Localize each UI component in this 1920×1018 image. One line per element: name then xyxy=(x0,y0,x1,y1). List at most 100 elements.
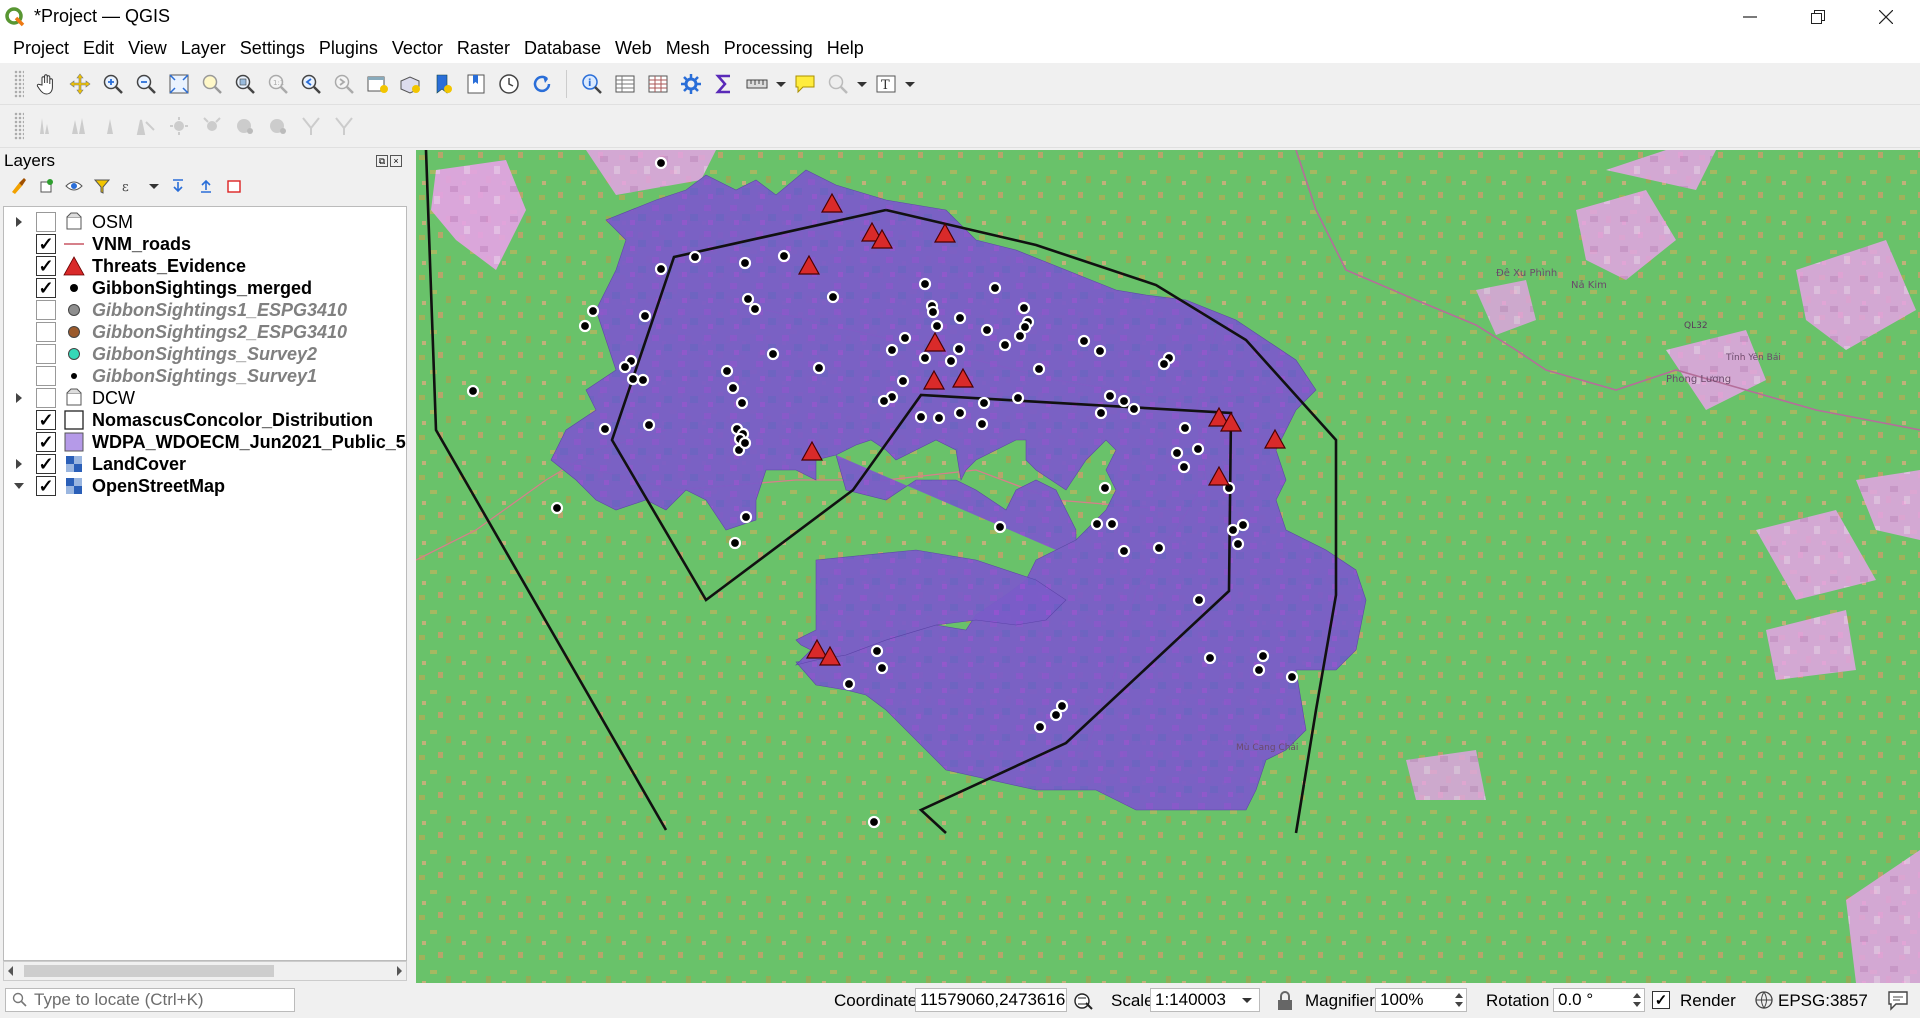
map-canvas[interactable]: Đê Xu Phình Nả Kim QL32 Phong Lương Tỉnh… xyxy=(416,150,1920,983)
toolbar-handle[interactable] xyxy=(14,112,24,140)
digitize-tool-3[interactable] xyxy=(98,111,128,141)
field-calculator-button[interactable] xyxy=(643,69,673,99)
zoom-last-button[interactable] xyxy=(296,69,326,99)
expand-all-button[interactable] xyxy=(168,176,188,196)
filter-legend-button[interactable] xyxy=(92,176,112,196)
layer-row[interactable]: ✓ GibbonSightings_merged xyxy=(4,277,312,299)
zoom-next-button[interactable] xyxy=(329,69,359,99)
new-3d-map-view-button[interactable] xyxy=(395,69,425,99)
statistical-summary-button[interactable] xyxy=(709,69,739,99)
locator-search-input[interactable]: Type to locate (Ctrl+K) xyxy=(5,988,295,1012)
menu-web[interactable]: Web xyxy=(608,38,659,59)
remove-layer-button[interactable] xyxy=(224,176,244,196)
scroll-right-icon[interactable] xyxy=(394,962,404,980)
layer-visibility-checkbox[interactable]: ✓ xyxy=(36,476,56,496)
add-group-button[interactable] xyxy=(36,176,56,196)
messages-icon[interactable] xyxy=(1887,989,1909,1011)
globe-icon[interactable] xyxy=(1754,990,1774,1010)
layer-visibility-checkbox[interactable] xyxy=(36,344,56,364)
coordinate-field[interactable]: 11579060,2473616 xyxy=(915,988,1067,1012)
text-annotation-button[interactable]: T xyxy=(871,69,901,99)
digitize-tool-2[interactable] xyxy=(65,111,95,141)
filter-expression-button[interactable]: ε xyxy=(120,176,140,196)
expand-arrow-icon[interactable] xyxy=(12,215,26,229)
spin-arrows-icon[interactable] xyxy=(1454,990,1464,1010)
manage-visibility-button[interactable] xyxy=(64,176,84,196)
zoom-full-button[interactable] xyxy=(164,69,194,99)
zoom-to-layer-button[interactable] xyxy=(230,69,260,99)
layer-row[interactable]: ✓ LandCover xyxy=(4,453,186,475)
close-button[interactable] xyxy=(1852,0,1920,33)
menu-project[interactable]: Project xyxy=(6,38,76,59)
close-panel-button[interactable]: × xyxy=(390,155,402,167)
menu-processing[interactable]: Processing xyxy=(717,38,820,59)
measure-dropdown[interactable] xyxy=(775,69,787,99)
restore-button[interactable] xyxy=(1784,0,1852,33)
zoom-in-button[interactable] xyxy=(98,69,128,99)
rotation-spinbox[interactable]: 0.0 ° xyxy=(1553,988,1645,1012)
layer-visibility-checkbox[interactable] xyxy=(36,366,56,386)
digitize-tool-5[interactable] xyxy=(164,111,194,141)
layer-row[interactable]: ✓ Threats_Evidence xyxy=(4,255,246,277)
digitize-tool-7[interactable] xyxy=(230,111,260,141)
toolbar-handle[interactable] xyxy=(14,69,24,98)
layer-row[interactable]: DCW xyxy=(4,387,135,409)
layer-row[interactable]: OSM xyxy=(4,211,133,233)
layer-row[interactable]: ✓ NomascusConcolor_Distribution xyxy=(4,409,373,431)
pan-map-button[interactable] xyxy=(32,69,62,99)
new-map-view-button[interactable] xyxy=(362,69,392,99)
processing-toolbox-button[interactable] xyxy=(676,69,706,99)
scroll-left-icon[interactable] xyxy=(6,962,16,980)
layer-visibility-checkbox[interactable]: ✓ xyxy=(36,234,56,254)
layer-visibility-checkbox[interactable]: ✓ xyxy=(36,454,56,474)
filter-dropdown[interactable] xyxy=(148,176,160,196)
menu-settings[interactable]: Settings xyxy=(233,38,312,59)
open-attribute-table-button[interactable] xyxy=(610,69,640,99)
spin-arrows-icon[interactable] xyxy=(1632,990,1642,1010)
minimize-button[interactable] xyxy=(1716,0,1784,33)
collapse-arrow-icon[interactable] xyxy=(12,479,26,493)
menu-vector[interactable]: Vector xyxy=(385,38,450,59)
menu-layer[interactable]: Layer xyxy=(174,38,233,59)
layer-row[interactable]: ✓ VNM_roads xyxy=(4,233,191,255)
identify-features-button[interactable]: i xyxy=(577,69,607,99)
layer-row[interactable]: GibbonSightings_Survey1 xyxy=(4,365,317,387)
layer-visibility-checkbox[interactable]: ✓ xyxy=(36,278,56,298)
select-dropdown[interactable] xyxy=(856,69,868,99)
menu-view[interactable]: View xyxy=(121,38,174,59)
scrollbar-thumb[interactable] xyxy=(24,965,274,977)
float-panel-button[interactable]: ⧉ xyxy=(376,155,388,167)
toggle-extents-mouse-icon[interactable] xyxy=(1072,989,1096,1013)
new-spatial-bookmark-button[interactable] xyxy=(428,69,458,99)
crs-label[interactable]: EPSG:3857 xyxy=(1778,991,1868,1011)
layer-visibility-checkbox[interactable]: ✓ xyxy=(36,256,56,276)
lock-scale-icon[interactable] xyxy=(1275,990,1295,1012)
magnifier-spinbox[interactable]: 100% xyxy=(1375,988,1467,1012)
menu-database[interactable]: Database xyxy=(517,38,608,59)
map-svg[interactable]: Đê Xu Phình Nả Kim QL32 Phong Lương Tỉnh… xyxy=(416,150,1920,983)
layer-visibility-checkbox[interactable] xyxy=(36,388,56,408)
zoom-to-selection-button[interactable] xyxy=(197,69,227,99)
annotation-dropdown[interactable] xyxy=(904,69,916,99)
show-bookmarks-button[interactable] xyxy=(461,69,491,99)
render-checkbox[interactable]: ✓ xyxy=(1652,991,1670,1009)
digitize-tool-10[interactable] xyxy=(329,111,359,141)
layer-row[interactable]: GibbonSightings_Survey2 xyxy=(4,343,317,365)
zoom-out-button[interactable] xyxy=(131,69,161,99)
layer-visibility-checkbox[interactable] xyxy=(36,300,56,320)
digitize-tool-6[interactable] xyxy=(197,111,227,141)
menu-raster[interactable]: Raster xyxy=(450,38,517,59)
measure-line-button[interactable] xyxy=(742,69,772,99)
layer-visibility-checkbox[interactable]: ✓ xyxy=(36,432,56,452)
layer-visibility-checkbox[interactable] xyxy=(36,212,56,232)
pan-to-selection-button[interactable] xyxy=(65,69,95,99)
layer-row[interactable]: ✓ WDPA_WDOECM_Jun2021_Public_555 xyxy=(4,431,406,453)
zoom-native-button[interactable]: 1:1 xyxy=(263,69,293,99)
open-layer-styling-button[interactable] xyxy=(8,176,28,196)
menu-mesh[interactable]: Mesh xyxy=(659,38,717,59)
digitize-tool-8[interactable] xyxy=(263,111,293,141)
menu-plugins[interactable]: Plugins xyxy=(312,38,385,59)
layer-row[interactable]: GibbonSightings2_ESPG3410 xyxy=(4,321,347,343)
scale-combobox[interactable]: 1:140003 xyxy=(1150,988,1260,1012)
layer-tree-hscrollbar[interactable] xyxy=(3,961,407,981)
